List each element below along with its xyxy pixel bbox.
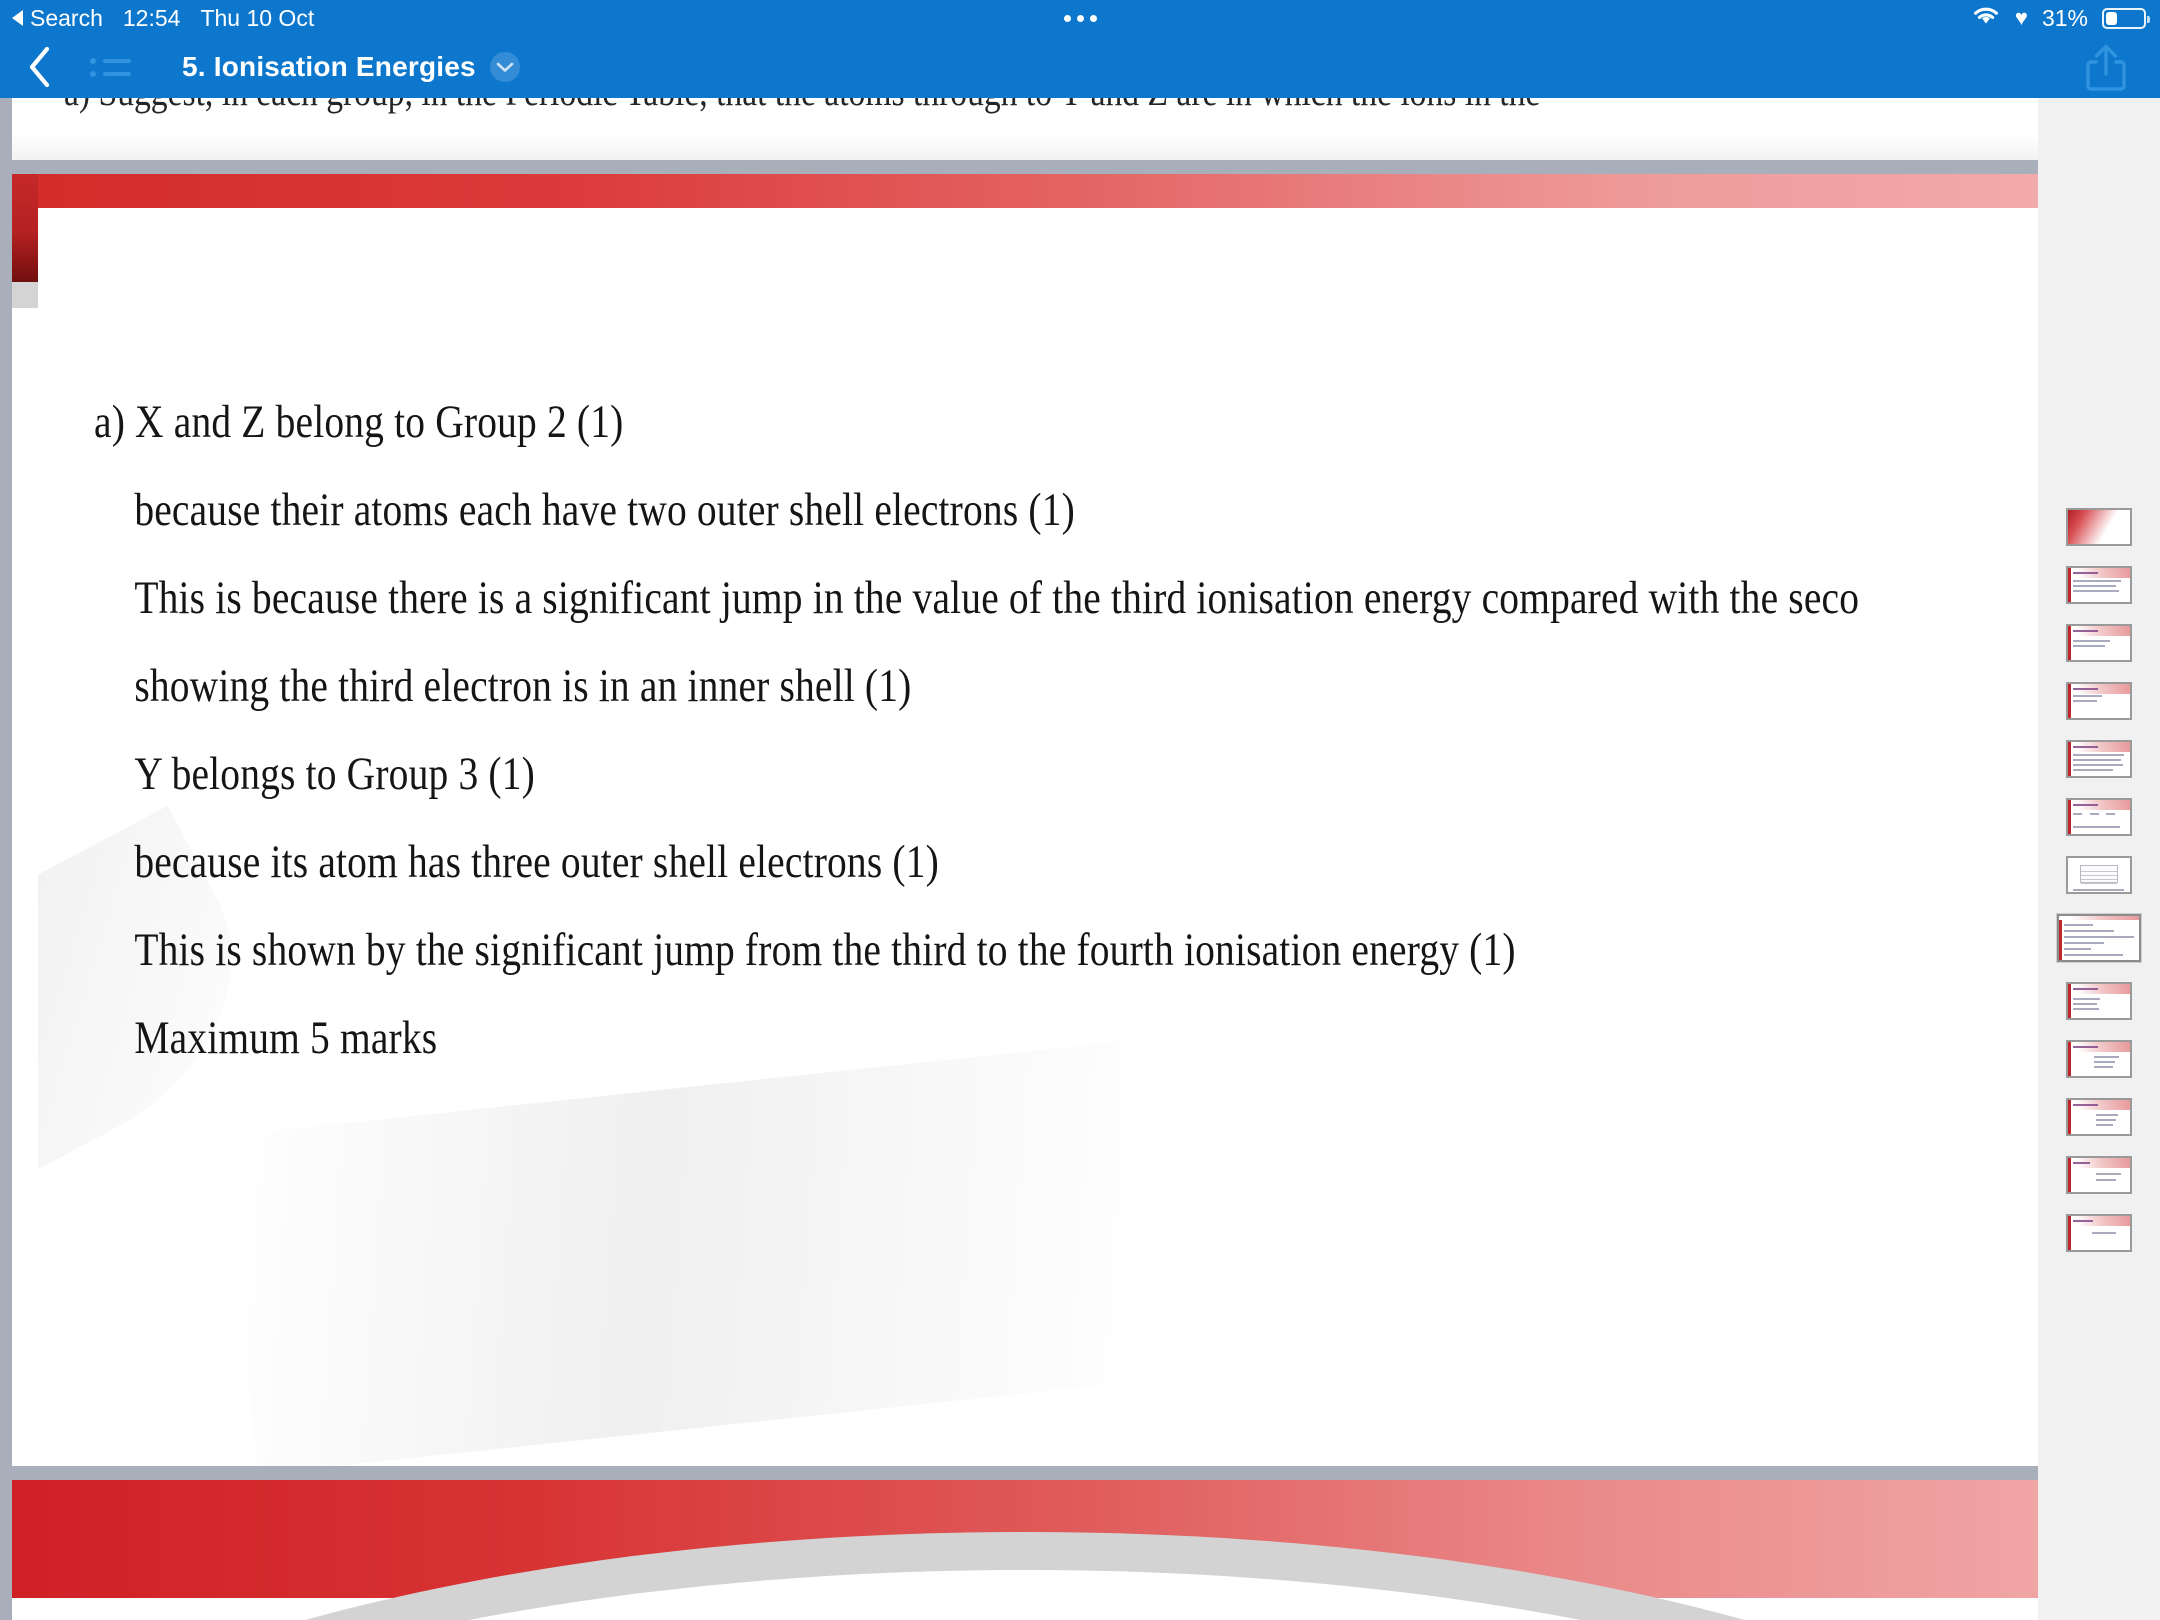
- back-to-search-label: Search: [30, 4, 103, 31]
- thumbnail-sidebar[interactable]: [2038, 98, 2160, 1620]
- share-button[interactable]: [2080, 41, 2132, 93]
- chevron-left-icon: [29, 46, 50, 88]
- document-scroll-area[interactable]: a) Suggest, in each group, in the Period…: [0, 98, 2038, 1620]
- status-bar-date: Thu 10 Oct: [200, 4, 315, 31]
- thumbnail-item[interactable]: [2066, 856, 2132, 894]
- previous-slide-fade: [12, 134, 2038, 160]
- answer-line: because its atom has three outer shell e…: [134, 836, 939, 888]
- thumbnail-item[interactable]: [2066, 1040, 2132, 1078]
- thumbnail-item[interactable]: [2066, 1156, 2132, 1194]
- slide-separator-top: [12, 160, 2038, 174]
- status-bar: Search 12:54 Thu 10 Oct ♥ 31%: [0, 0, 2160, 36]
- slide-watermark-shape: [222, 1041, 1154, 1466]
- slide-separator-bottom: [12, 1466, 2038, 1480]
- back-button[interactable]: [18, 45, 62, 89]
- answer-line: showing the third electron is in an inne…: [134, 660, 912, 712]
- slide-left-red-accent: [12, 174, 38, 308]
- thumbnail-item[interactable]: [2066, 682, 2132, 720]
- heart-icon: ♥: [2014, 5, 2028, 30]
- list-view-icon-row: [90, 70, 136, 77]
- answer-line: because their atoms each have two outer …: [134, 484, 1075, 536]
- back-to-search-button[interactable]: Search: [12, 5, 103, 32]
- navigation-bar: 5. Ionisation Energies: [0, 36, 2160, 98]
- status-bar-time: 12:54: [122, 4, 181, 31]
- triangle-left-icon: [12, 10, 23, 26]
- app-root: Search 12:54 Thu 10 Oct ♥ 31% 5. Ionisat…: [0, 0, 2160, 1620]
- previous-slide-sliver[interactable]: a) Suggest, in each group, in the Period…: [12, 98, 2038, 160]
- next-slide-preview[interactable]: TRENDS ACROSS PERIODS: [12, 1480, 2038, 1620]
- thumbnail-item[interactable]: [2066, 508, 2132, 546]
- thumbnail-item[interactable]: [2066, 1214, 2132, 1252]
- document-title-button[interactable]: 5. Ionisation Energies: [182, 51, 520, 83]
- share-upload-icon: [2086, 44, 2126, 91]
- thumbnail-item[interactable]: [2066, 798, 2132, 836]
- thumbnail-item-active[interactable]: [2057, 914, 2141, 962]
- thumbnail-item[interactable]: [2066, 624, 2132, 662]
- battery-icon: [2102, 7, 2150, 29]
- answer-text-block: a) X and Z belong to Group 2 (1) because…: [94, 378, 2038, 1082]
- page-title: 5. Ionisation Energies: [182, 51, 476, 82]
- status-bar-left: Search 12:54 Thu 10 Oct: [12, 5, 314, 32]
- slide-top-red-band: [12, 174, 2038, 208]
- status-bar-center-dots: [0, 0, 2160, 36]
- answer-line: This is shown by the significant jump fr…: [134, 924, 1516, 976]
- thumbnails-toggle-button[interactable]: [90, 47, 136, 87]
- current-slide[interactable]: a) X and Z belong to Group 2 (1) because…: [12, 174, 2038, 1466]
- thumbnail-item[interactable]: [2066, 1098, 2132, 1136]
- answer-line: a) X and Z belong to Group 2 (1): [94, 396, 624, 448]
- previous-slide-clipped-text: a) Suggest, in each group, in the Period…: [64, 98, 1540, 115]
- list-view-icon-row: [90, 57, 136, 64]
- answer-line: This is because there is a significant j…: [134, 572, 1860, 624]
- document-left-gutter: [0, 98, 12, 1620]
- thumbnail-item[interactable]: [2066, 740, 2132, 778]
- dynamic-island-dots-icon: [1063, 14, 1097, 22]
- thumbnail-item[interactable]: [2066, 982, 2132, 1020]
- slide-content-body: a) X and Z belong to Group 2 (1) because…: [38, 208, 2038, 1466]
- status-bar-right: ♥ 31%: [1971, 0, 2150, 36]
- thumbnail-item[interactable]: [2066, 566, 2132, 604]
- chevron-down-icon[interactable]: [489, 52, 520, 82]
- answer-line: Maximum 5 marks: [134, 1012, 438, 1064]
- battery-percent-label: 31%: [2041, 4, 2088, 31]
- answer-line: Y belongs to Group 3 (1): [134, 748, 535, 800]
- wifi-icon: [1971, 4, 2001, 32]
